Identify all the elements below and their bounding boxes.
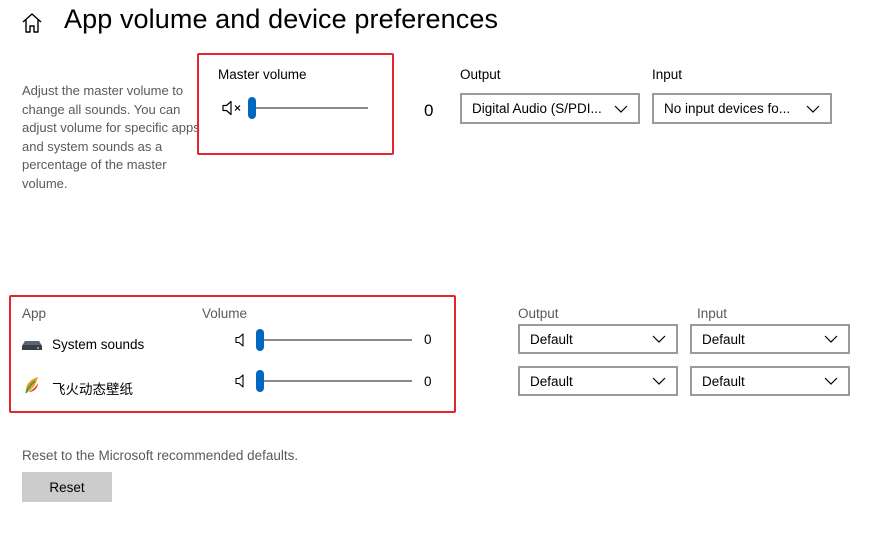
output-device-value: Digital Audio (S/PDI... <box>472 101 602 116</box>
master-volume-slider-thumb[interactable] <box>248 97 256 119</box>
speaker-icon[interactable] <box>235 333 247 347</box>
output-device-dropdown[interactable]: Digital Audio (S/PDI... <box>460 93 640 124</box>
app-output-value: Default <box>530 373 573 389</box>
app-volume-slider-thumb[interactable] <box>256 370 264 392</box>
app-output-value: Default <box>530 331 573 347</box>
chevron-down-icon <box>824 335 838 343</box>
speaker-muted-icon[interactable] <box>222 100 244 116</box>
chevron-down-icon <box>614 105 628 113</box>
reset-button[interactable]: Reset <box>22 472 112 502</box>
input-device-value: No input devices fo... <box>664 101 791 116</box>
app-input-dropdown[interactable]: Default <box>690 324 850 354</box>
chevron-down-icon <box>652 377 666 385</box>
description-text: Adjust the master volume to change all s… <box>22 83 200 191</box>
app-volume-slider-thumb[interactable] <box>256 329 264 351</box>
chevron-down-icon <box>806 105 820 113</box>
chevron-down-icon <box>824 377 838 385</box>
volume-column-header: Volume <box>202 306 248 321</box>
app-input-value: Default <box>702 373 745 389</box>
app-output-dropdown[interactable]: Default <box>518 324 678 354</box>
app-input-column-header: Input <box>697 306 728 321</box>
app-input-value: Default <box>702 331 745 347</box>
app-input-dropdown[interactable]: Default <box>690 366 850 396</box>
app-volume-track[interactable] <box>259 380 412 382</box>
app-name: 飞火动态壁纸 <box>52 382 133 397</box>
master-volume-value: 0 <box>424 101 434 120</box>
app-output-dropdown[interactable]: Default <box>518 366 678 396</box>
chevron-down-icon <box>652 335 666 343</box>
input-device-dropdown[interactable]: No input devices fo... <box>652 93 832 124</box>
page-title: App volume and device preferences <box>64 4 499 34</box>
home-icon[interactable] <box>20 11 44 35</box>
reset-description: Reset to the Microsoft recommended defau… <box>22 448 299 463</box>
app-column-header: App <box>22 306 47 321</box>
master-volume-track[interactable] <box>252 107 368 109</box>
app-volume-value: 0 <box>424 374 432 389</box>
input-label: Input <box>652 67 683 82</box>
app-volume-track[interactable] <box>259 339 412 341</box>
app-volume-value: 0 <box>424 332 432 347</box>
master-volume-label: Master volume <box>218 67 307 82</box>
output-label: Output <box>460 67 501 82</box>
system-sounds-icon <box>22 341 42 350</box>
app-name: System sounds <box>52 337 145 352</box>
feihuo-wallpaper-icon <box>25 377 38 394</box>
speaker-icon[interactable] <box>235 374 247 388</box>
app-output-column-header: Output <box>518 306 559 321</box>
